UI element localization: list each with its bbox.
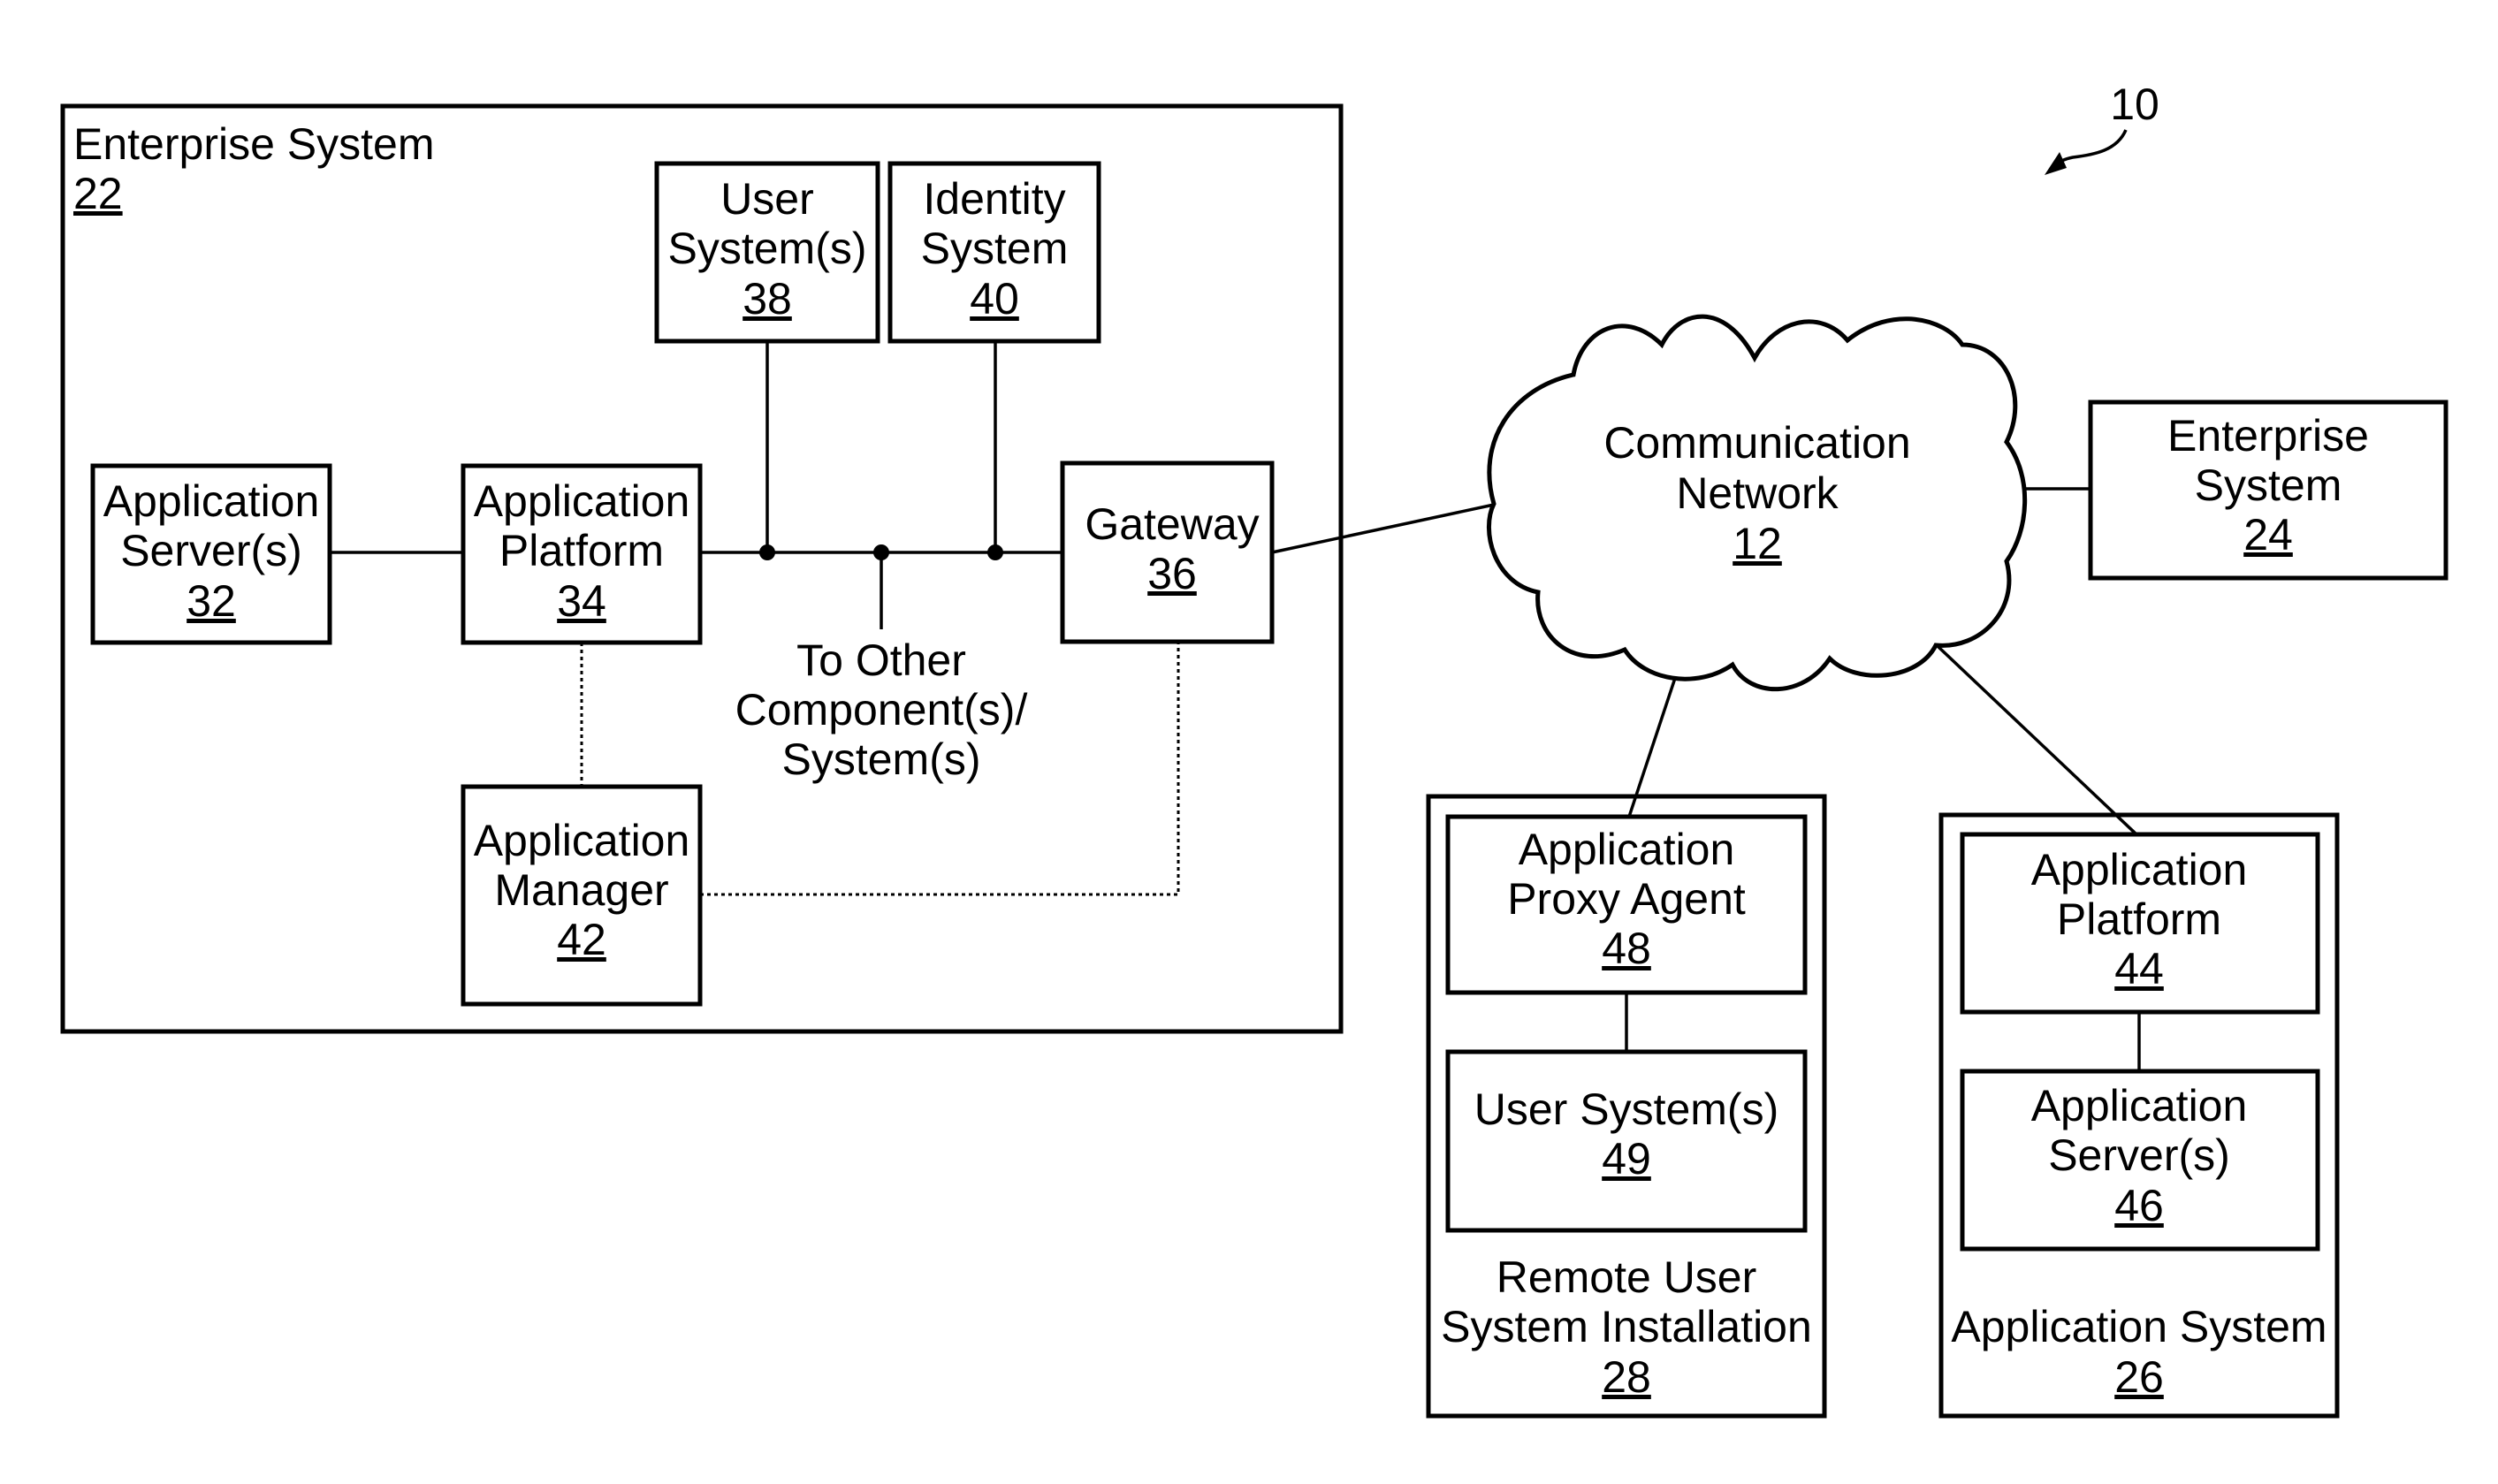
- svg-text:24: 24: [2243, 510, 2293, 559]
- svg-text:System(s): System(s): [782, 734, 981, 784]
- svg-text:Application: Application: [474, 816, 690, 865]
- svg-text:Component(s)/: Component(s)/: [735, 685, 1028, 734]
- svg-text:Proxy Agent: Proxy Agent: [1507, 874, 1746, 924]
- svg-text:System: System: [921, 224, 1069, 273]
- to-other-components-label: To Other Component(s)/ System(s): [735, 635, 1028, 784]
- svg-text:Network: Network: [1676, 468, 1839, 518]
- figure-ref-label: 10: [2110, 80, 2159, 129]
- svg-text:Application: Application: [103, 476, 320, 526]
- svg-text:User: User: [720, 174, 814, 224]
- svg-text:34: 34: [557, 576, 606, 626]
- svg-text:44: 44: [2114, 944, 2164, 993]
- svg-text:Server(s): Server(s): [120, 526, 302, 575]
- svg-text:32: 32: [187, 576, 236, 626]
- enterprise-system-24-box[interactable]: Enterprise System 24: [2088, 400, 2448, 581]
- app-platform-44-box[interactable]: Application Platform 44: [1960, 832, 2320, 1015]
- svg-text:36: 36: [1147, 549, 1197, 598]
- app-platform-34-box[interactable]: Application Platform 34: [461, 463, 703, 645]
- svg-text:System Installation: System Installation: [1441, 1302, 1812, 1351]
- user-systems-38-box[interactable]: User System(s) 38: [654, 161, 880, 344]
- svg-text:42: 42: [557, 915, 606, 964]
- svg-text:Enterprise: Enterprise: [2167, 411, 2369, 460]
- svg-text:Communication: Communication: [1603, 418, 1910, 468]
- app-servers-46-box[interactable]: Application Server(s) 46: [1960, 1069, 2320, 1252]
- svg-text:Platform: Platform: [499, 526, 664, 575]
- svg-text:Platform: Platform: [2057, 894, 2221, 944]
- user-systems-49-box[interactable]: User System(s) 49: [1445, 1049, 1808, 1233]
- svg-text:Server(s): Server(s): [2048, 1130, 2230, 1180]
- junction-dot: [987, 544, 1003, 560]
- arrow-head-icon: [2045, 152, 2067, 175]
- svg-text:12: 12: [1733, 519, 1782, 568]
- identity-system-40-box[interactable]: Identity System 40: [887, 161, 1101, 344]
- svg-text:Application: Application: [2031, 1081, 2248, 1130]
- svg-text:Application: Application: [1519, 825, 1735, 874]
- enterprise-system-22-title: Enterprise System: [73, 119, 434, 169]
- svg-text:Application: Application: [2031, 845, 2248, 894]
- svg-text:System(s): System(s): [668, 224, 867, 273]
- svg-text:System: System: [2195, 460, 2342, 510]
- app-servers-32-box[interactable]: Application Server(s) 32: [90, 463, 332, 645]
- svg-text:Application System: Application System: [1951, 1302, 2327, 1351]
- svg-text:26: 26: [2114, 1352, 2164, 1402]
- system-diagram: 10 Enterprise System 22 User System(s) 3…: [60, 80, 2448, 1419]
- svg-text:Identity: Identity: [923, 174, 1065, 224]
- svg-text:28: 28: [1602, 1352, 1651, 1402]
- svg-text:40: 40: [970, 274, 1019, 323]
- enterprise-system-22-num: 22: [73, 169, 123, 218]
- communication-network-12-cloud[interactable]: Communication Network 12: [1486, 314, 2028, 692]
- figure-ref-arrow: [2054, 129, 2128, 166]
- junction-dot: [759, 544, 775, 560]
- svg-text:48: 48: [1602, 924, 1651, 973]
- svg-text:46: 46: [2114, 1181, 2164, 1230]
- gateway-36-box[interactable]: Gateway 36: [1060, 460, 1275, 644]
- svg-text:Remote User: Remote User: [1497, 1252, 1757, 1302]
- svg-text:Manager: Manager: [494, 865, 668, 915]
- link-gateway-network: [1271, 503, 1495, 554]
- app-manager-42-box[interactable]: Application Manager 42: [461, 784, 703, 1007]
- svg-text:Gateway: Gateway: [1085, 499, 1259, 549]
- junction-dot: [873, 544, 889, 560]
- svg-text:38: 38: [743, 274, 792, 323]
- proxy-agent-48-box[interactable]: Application Proxy Agent 48: [1445, 814, 1808, 995]
- svg-text:To Other: To Other: [796, 635, 966, 685]
- svg-text:User System(s): User System(s): [1474, 1084, 1778, 1134]
- svg-text:49: 49: [1602, 1134, 1651, 1183]
- svg-text:Application: Application: [474, 476, 690, 526]
- link-network-44: [1920, 629, 2138, 836]
